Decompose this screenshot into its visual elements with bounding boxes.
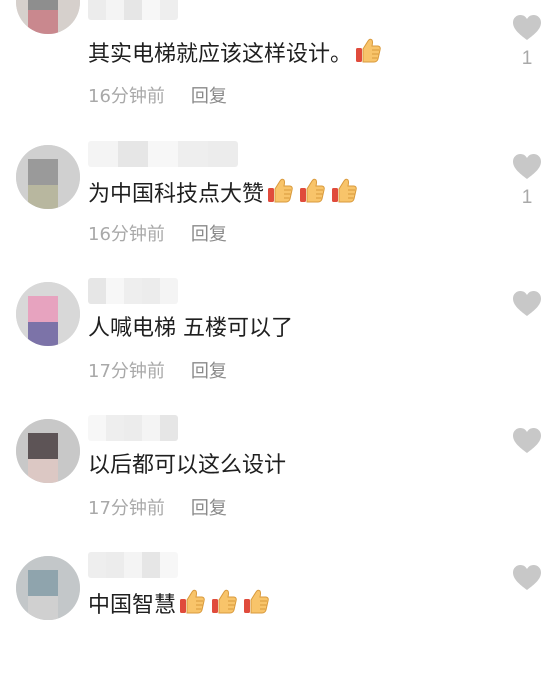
comment-meta: 17分钟前 回复: [88, 360, 227, 384]
comment-text: 以后都可以这么设计: [88, 453, 287, 478]
like-count: 1: [521, 187, 533, 208]
username-redacted[interactable]: [88, 552, 178, 578]
reply-button[interactable]: 回复: [191, 224, 227, 245]
like-button[interactable]: [510, 427, 544, 455]
comment-text: 人喊电梯 五楼可以了: [88, 316, 293, 341]
avatar[interactable]: [16, 282, 80, 346]
comment-meta: 16分钟前 回复: [88, 223, 227, 247]
username-redacted[interactable]: [88, 141, 238, 167]
heart-icon: [510, 564, 544, 592]
comment-body: 其实电梯就应该这样设计。: [88, 37, 386, 70]
reply-button[interactable]: 回复: [191, 498, 227, 519]
comment-item: 其实电梯就应该这样设计。 16分钟前 回复 1: [0, 0, 553, 137]
avatar[interactable]: [16, 145, 80, 209]
heart-icon: [510, 427, 544, 455]
like-count: 1: [521, 48, 533, 69]
username-redacted[interactable]: [88, 415, 178, 441]
heart-icon: [510, 290, 544, 318]
timestamp: 16分钟前: [88, 86, 165, 107]
thumbs-up-icon: [210, 588, 238, 616]
comment-meta: 16分钟前 回复: [88, 85, 227, 109]
username-redacted[interactable]: [88, 0, 178, 20]
comment-item: 为中国科技点大赞 16分钟前 回复 1: [0, 137, 553, 274]
comment-item: 以后都可以这么设计 17分钟前 回复: [0, 411, 553, 548]
reply-button[interactable]: 回复: [191, 361, 227, 382]
comment-text: 为中国科技点大赞: [88, 182, 265, 207]
username-redacted[interactable]: [88, 278, 178, 304]
timestamp: 17分钟前: [88, 498, 165, 519]
heart-icon: [510, 153, 544, 181]
avatar[interactable]: [16, 556, 80, 620]
timestamp: 17分钟前: [88, 361, 165, 382]
comment-body: 以后都可以这么设计: [88, 451, 286, 481]
comment-body: 人喊电梯 五楼可以了: [88, 314, 293, 344]
timestamp: 16分钟前: [88, 224, 165, 245]
comment-text: 其实电梯就应该这样设计。: [88, 42, 353, 67]
avatar[interactable]: [16, 0, 80, 34]
like-button[interactable]: [510, 290, 544, 318]
comment-body: 为中国科技点大赞: [88, 177, 362, 210]
thumbs-up-icon: [178, 588, 206, 616]
comment-meta: 17分钟前 回复: [88, 497, 227, 521]
reply-button[interactable]: 回复: [191, 86, 227, 107]
like-button[interactable]: [510, 564, 544, 592]
thumbs-up-icon: [330, 177, 358, 205]
heart-icon: [510, 14, 544, 42]
like-button[interactable]: 1: [510, 153, 544, 209]
comment-text: 中国智慧: [88, 593, 177, 618]
thumbs-up-icon: [354, 37, 382, 65]
like-button[interactable]: 1: [510, 14, 544, 70]
thumbs-up-icon: [242, 588, 270, 616]
comment-item: 人喊电梯 五楼可以了 17分钟前 回复: [0, 274, 553, 411]
avatar[interactable]: [16, 419, 80, 483]
thumbs-up-icon: [298, 177, 326, 205]
thumbs-up-icon: [266, 177, 294, 205]
comment-body: 中国智慧: [88, 588, 274, 621]
comment-item: 中国智慧: [0, 548, 553, 685]
